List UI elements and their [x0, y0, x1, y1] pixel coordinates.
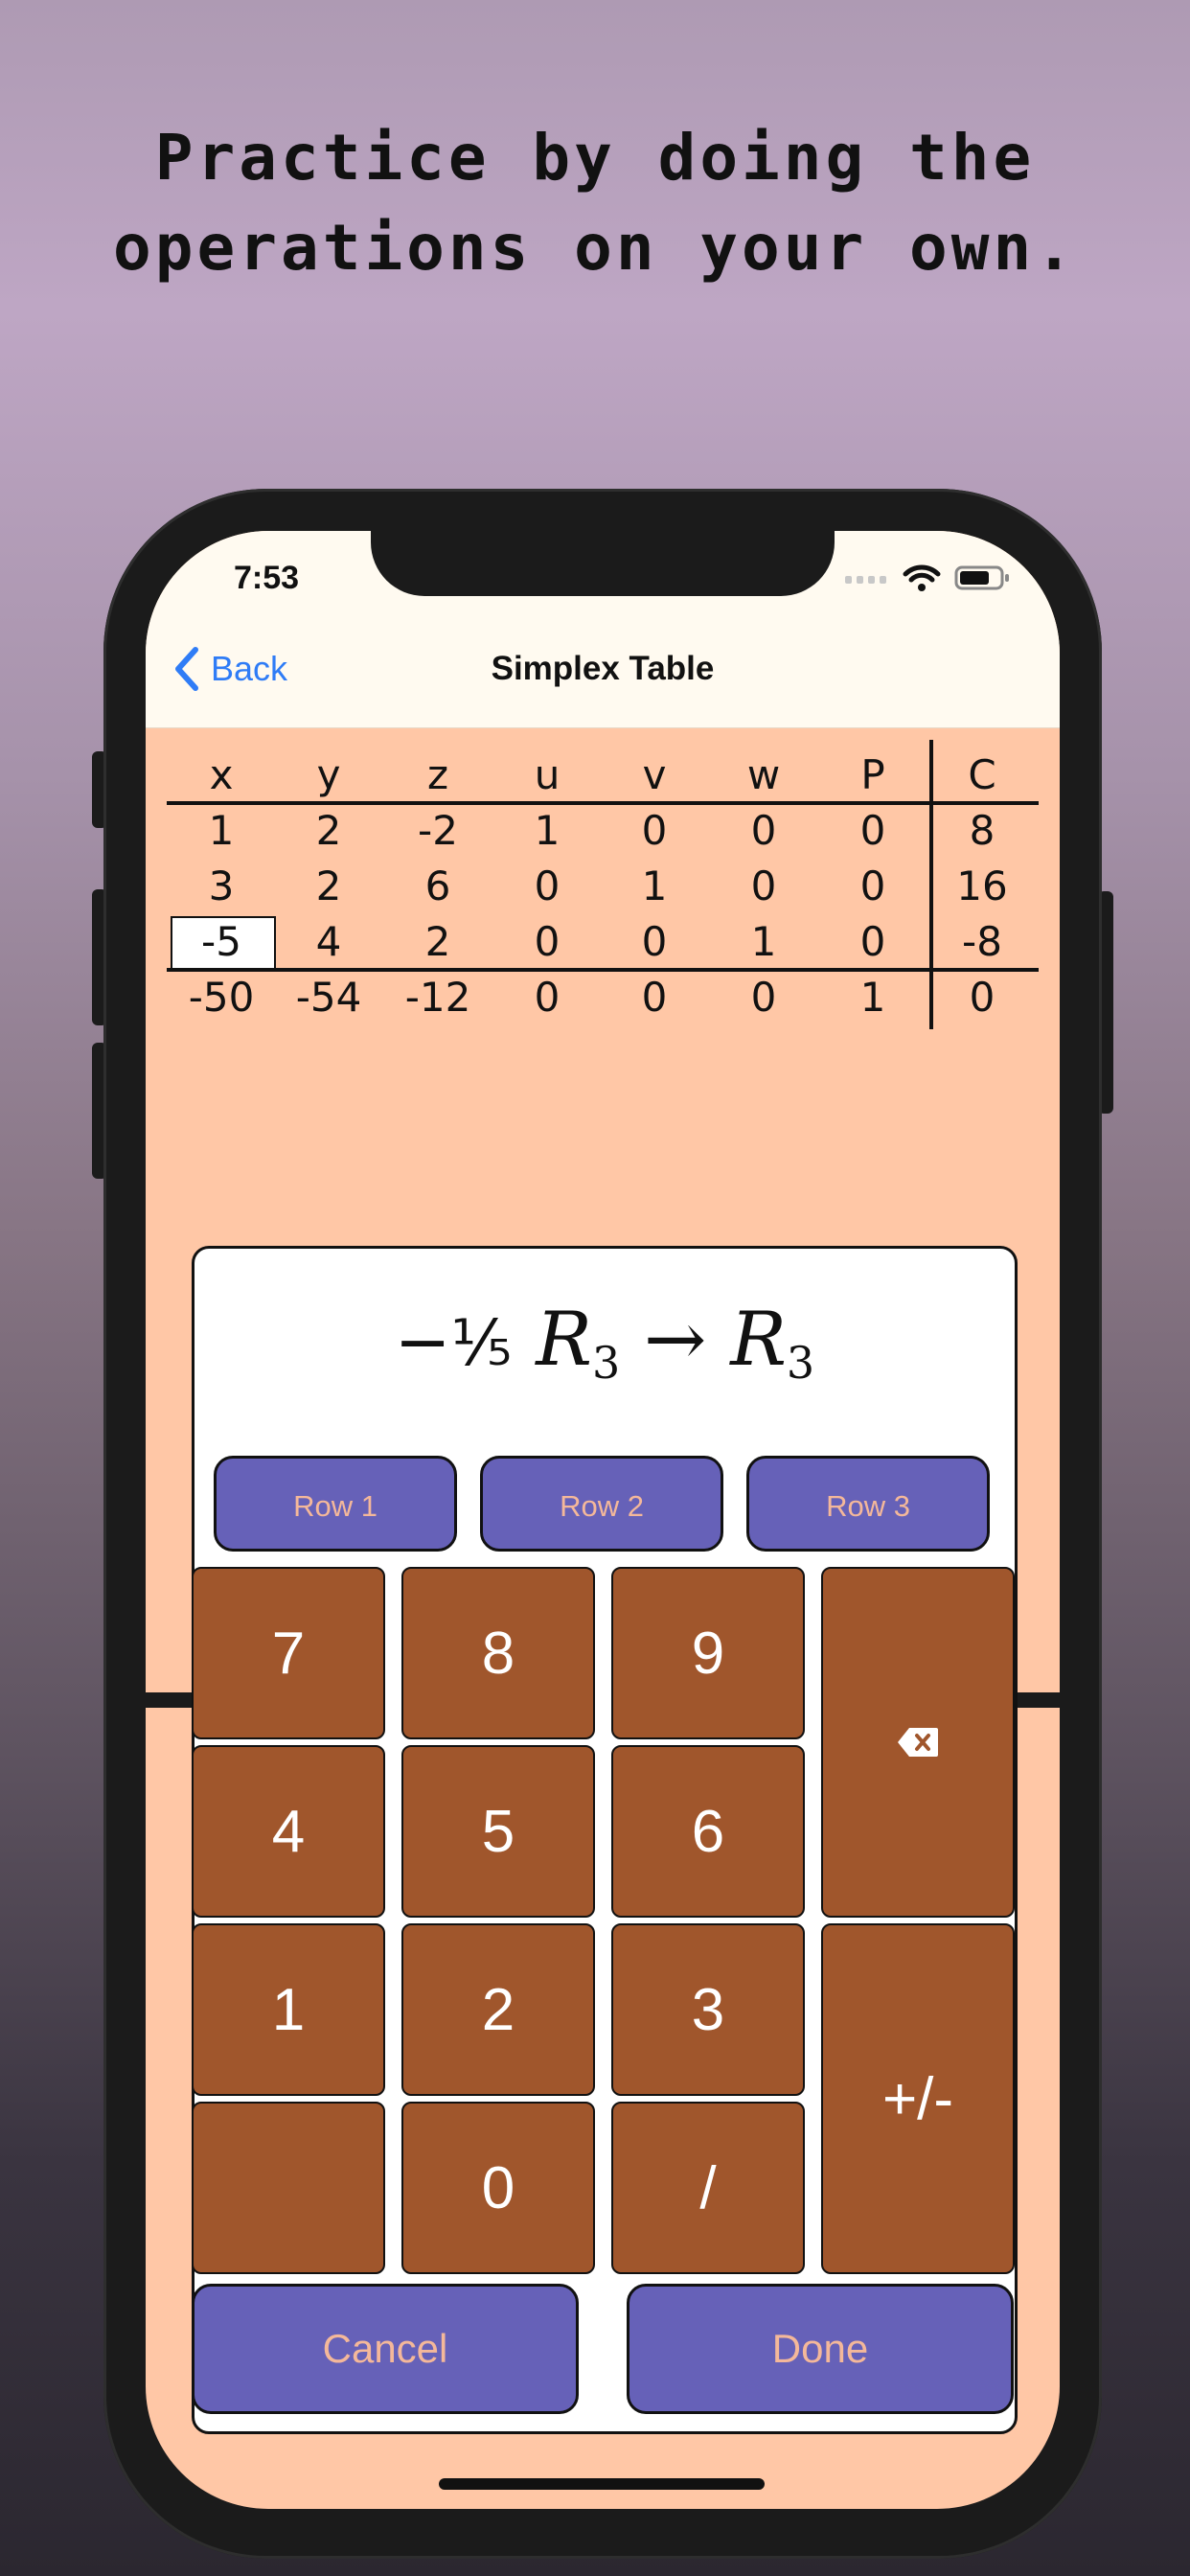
plus-minus-key[interactable]: +/- — [821, 1923, 1015, 2274]
key-1[interactable]: 1 — [192, 1923, 385, 2096]
table-cell: 0 — [859, 918, 886, 965]
table-header-p: P — [860, 751, 885, 798]
table-cell: 16 — [956, 862, 1008, 909]
battery-icon — [954, 565, 1009, 590]
table-header-w: w — [746, 751, 781, 798]
formula-source-sub: 3 — [591, 1337, 621, 1389]
phone-screen: 7:53 Back Simplex Table x y z u v w P C … — [146, 531, 1060, 2509]
table-cell: 1 — [641, 862, 668, 909]
table-cell: 1 — [859, 974, 886, 1021]
table-cell: 4 — [315, 918, 342, 965]
formula-target-row: R — [730, 1297, 787, 1383]
blank-key[interactable] — [192, 2102, 385, 2274]
slash-key[interactable]: / — [611, 2102, 805, 2274]
formula-sign: − — [394, 1302, 451, 1381]
table-header-c: C — [968, 751, 996, 798]
key-4[interactable]: 4 — [192, 1745, 385, 1918]
table-column-divider — [929, 740, 933, 1029]
key-7[interactable]: 7 — [192, 1567, 385, 1739]
table-header-y: y — [316, 751, 341, 798]
status-icons — [845, 564, 1010, 592]
table-cell: -8 — [962, 918, 1002, 965]
table-cell: 0 — [534, 862, 561, 909]
table-cell: 1 — [534, 807, 561, 854]
table-cell: -2 — [418, 807, 458, 854]
formula-source-row: R — [536, 1297, 592, 1383]
table-cell: 8 — [969, 807, 995, 854]
table-header-v: v — [642, 751, 667, 798]
row-1-button[interactable]: Row 1 — [214, 1456, 457, 1552]
key-6[interactable]: 6 — [611, 1745, 805, 1918]
nav-title: Simplex Table — [491, 650, 715, 687]
key-8[interactable]: 8 — [401, 1567, 595, 1739]
phone-frame: 7:53 Back Simplex Table x y z u v w P C … — [103, 489, 1102, 2559]
table-cell: 0 — [859, 862, 886, 909]
table-cell: 6 — [424, 862, 451, 909]
simplex-table: x y z u v w P C 1 2 -2 1 0 0 0 8 3 2 6 0 1 0 0 16 -5 4 2 0 0 1 0 -8 -50-… — [167, 740, 1041, 1039]
key-3[interactable]: 3 — [611, 1923, 805, 2096]
operation-keypad: −⅕ R3 → R3 Row 1 Row 2 Row 3 7 8 9 4 5 6… — [192, 1246, 1018, 2434]
table-cell: 3 — [208, 862, 235, 909]
row-3-button[interactable]: Row 3 — [746, 1456, 990, 1552]
done-button[interactable]: Done — [627, 2284, 1014, 2414]
table-header-u: u — [534, 751, 561, 798]
cancel-button[interactable]: Cancel — [192, 2284, 579, 2414]
status-and-nav-bar: 7:53 Back Simplex Table — [146, 531, 1060, 728]
delete-backward-icon — [898, 1728, 938, 1757]
row-2-button[interactable]: Row 2 — [480, 1456, 723, 1552]
table-cell: -50 — [188, 974, 255, 1021]
row-operation-formula: −⅕ R3 → R3 — [195, 1297, 1015, 1389]
table-cell: 0 — [969, 974, 995, 1021]
headline: Practice by doing the operations on your… — [0, 113, 1190, 293]
headline-line-2: operations on your own. — [113, 211, 1077, 285]
table-cell: -12 — [404, 974, 471, 1021]
home-indicator — [439, 2478, 765, 2490]
table-cell: 0 — [534, 974, 561, 1021]
table-cell: 2 — [315, 862, 342, 909]
table-cell: 2 — [315, 807, 342, 854]
formula-arrow: → — [644, 1297, 707, 1383]
table-cell: 0 — [641, 974, 668, 1021]
table-header-rule — [167, 801, 1039, 805]
table-cell: 0 — [859, 807, 886, 854]
table-cell: 0 — [750, 862, 777, 909]
table-cell: 0 — [750, 974, 777, 1021]
table-header-x: x — [209, 751, 234, 798]
table-cell: 0 — [750, 807, 777, 854]
cellular-signal-icon — [845, 576, 886, 584]
key-9[interactable]: 9 — [611, 1567, 805, 1739]
status-time: 7:53 — [234, 560, 300, 596]
table-cell: 0 — [534, 918, 561, 965]
backspace-key[interactable] — [821, 1567, 1015, 1918]
headline-line-1: Practice by doing the — [154, 121, 1036, 195]
table-cell: 0 — [641, 807, 668, 854]
table-cell: -54 — [295, 974, 362, 1021]
table-objective-rule — [167, 968, 1039, 972]
table-cell: 1 — [750, 918, 777, 965]
key-5[interactable]: 5 — [401, 1745, 595, 1918]
table-cell: -5 — [201, 918, 241, 965]
notch — [371, 531, 835, 596]
key-2[interactable]: 2 — [401, 1923, 595, 2096]
key-0[interactable]: 0 — [401, 2102, 595, 2274]
wifi-icon — [903, 564, 941, 591]
table-cell: 0 — [641, 918, 668, 965]
table-header-z: z — [426, 751, 449, 798]
formula-target-sub: 3 — [786, 1337, 815, 1389]
table-cell: 1 — [208, 807, 235, 854]
table-cell: 2 — [424, 918, 451, 965]
formula-fraction: ⅕ — [450, 1306, 513, 1380]
